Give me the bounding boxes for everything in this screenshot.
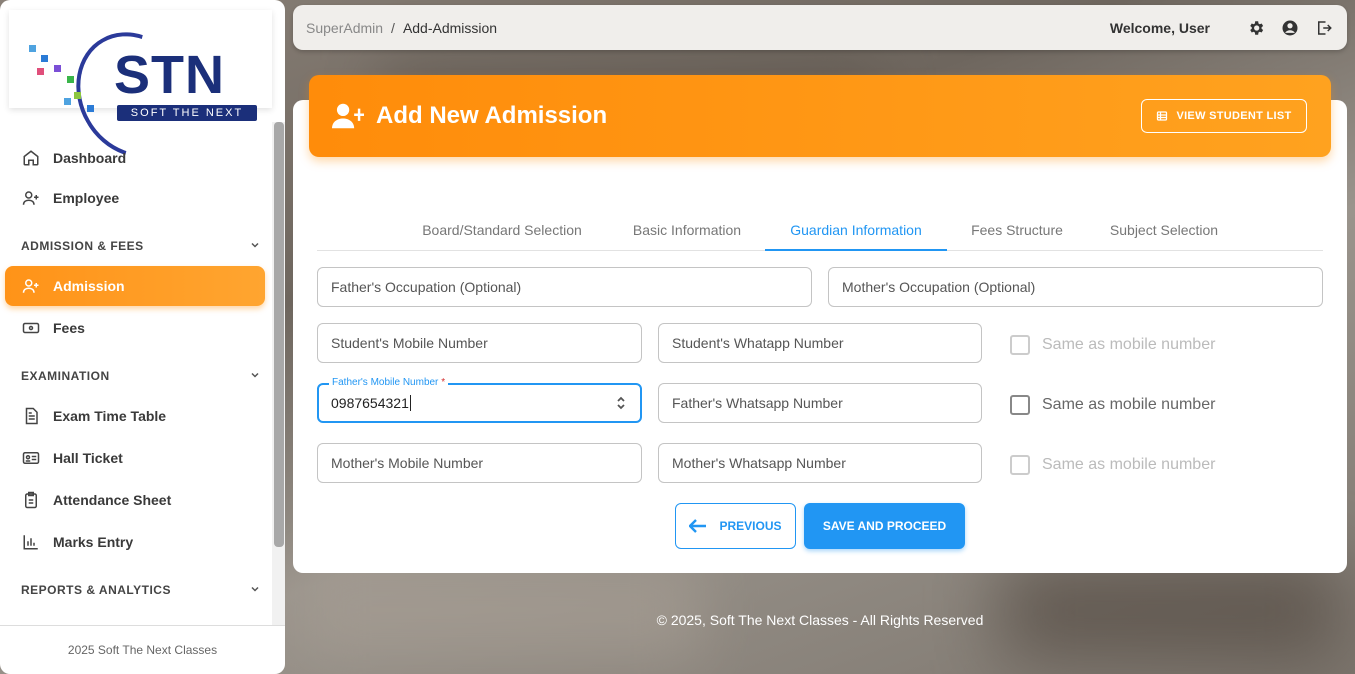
sidebar-item-label: Employee <box>53 190 120 206</box>
sidebar-item-label: Exam Time Table <box>53 408 167 424</box>
home-icon <box>21 148 41 168</box>
mother-whatsapp-field[interactable]: Mother's Whatsapp Number <box>658 443 982 483</box>
father-occupation-field[interactable]: Father's Occupation (Optional) <box>317 267 812 307</box>
checkbox-box[interactable] <box>1010 455 1030 475</box>
sidebar: STN SOFT THE NEXT Dashboard Employee ADM… <box>0 0 285 674</box>
topbar: SuperAdmin / Add-Admission Welcome, User <box>293 5 1347 50</box>
sidebar-item-admission[interactable]: Admission <box>5 266 265 306</box>
breadcrumb-separator: / <box>391 19 395 36</box>
page-title: Add New Admission <box>376 102 608 129</box>
document-icon <box>21 406 41 426</box>
mother-mobile-field[interactable]: Mother's Mobile Number <box>317 443 642 483</box>
save-and-proceed-button[interactable]: SAVE AND PROCEED <box>804 503 965 549</box>
checkbox-label: Same as mobile number <box>1042 456 1216 473</box>
chevron-down-icon <box>249 583 261 598</box>
logo-subtitle: SOFT THE NEXT <box>117 105 257 121</box>
sidebar-item-label: Attendance Sheet <box>53 492 172 508</box>
student-mobile-placeholder: Student's Mobile Number <box>331 335 488 351</box>
number-stepper-icon[interactable] <box>616 395 626 411</box>
sidebar-item-hall-ticket[interactable]: Hall Ticket <box>5 438 265 478</box>
copyright: © 2025, Soft The Next Classes - All Righ… <box>656 612 984 628</box>
clipboard-icon <box>21 490 41 510</box>
tab-fees-structure[interactable]: Fees Structure <box>957 210 1077 251</box>
sidebar-item-label: Marks Entry <box>53 534 134 550</box>
logo-text: STN <box>114 45 225 105</box>
tab-guardian-information[interactable]: Guardian Information <box>765 210 947 251</box>
list-icon <box>1156 110 1168 122</box>
tab-subject-selection[interactable]: Subject Selection <box>1097 210 1231 251</box>
father-same-as-mobile-checkbox[interactable]: Same as mobile number <box>1010 395 1215 415</box>
sidebar-item-fees[interactable]: Fees <box>5 308 265 348</box>
sidebar-item-dashboard[interactable]: Dashboard <box>5 138 265 178</box>
father-whatsapp-placeholder: Father's Whatsapp Number <box>672 395 843 411</box>
previous-button[interactable]: PREVIOUS <box>675 503 796 549</box>
logo[interactable]: STN SOFT THE NEXT <box>9 10 272 179</box>
user-plus-icon <box>332 102 364 130</box>
arrow-left-icon <box>689 519 707 533</box>
sidebar-item-attendance-sheet[interactable]: Attendance Sheet <box>5 480 265 520</box>
sidebar-item-label: Fees <box>53 320 85 336</box>
student-mobile-field[interactable]: Student's Mobile Number <box>317 323 642 363</box>
father-mobile-label: Father's Mobile Number * <box>329 377 449 388</box>
section-reports-analytics[interactable]: REPORTS & ANALYTICS <box>21 580 261 600</box>
section-label: REPORTS & ANALYTICS <box>21 583 171 597</box>
logout-icon[interactable] <box>1314 18 1334 38</box>
previous-label: PREVIOUS <box>719 519 782 533</box>
mother-mobile-placeholder: Mother's Mobile Number <box>331 455 484 471</box>
view-student-list-button[interactable]: VIEW STUDENT LIST <box>1141 99 1307 133</box>
mother-whatsapp-placeholder: Mother's Whatsapp Number <box>672 455 846 471</box>
user-plus-icon <box>21 188 41 208</box>
mother-same-as-mobile-checkbox[interactable]: Same as mobile number <box>1010 455 1215 475</box>
father-mobile-value: 0987654321 <box>331 395 409 411</box>
sidebar-nav: Dashboard Employee ADMISSION & FEES Admi… <box>0 122 272 625</box>
checkbox-label: Same as mobile number <box>1042 336 1216 353</box>
mother-occupation-placeholder: Mother's Occupation (Optional) <box>842 279 1036 295</box>
sidebar-item-label: Hall Ticket <box>53 450 123 466</box>
checkbox-box[interactable] <box>1010 395 1030 415</box>
sidebar-item-employee[interactable]: Employee <box>5 178 265 218</box>
form-tabs: Board/Standard Selection Basic Informati… <box>317 210 1323 251</box>
sidebar-footer: 2025 Soft The Next Classes <box>0 625 285 674</box>
father-whatsapp-field[interactable]: Father's Whatsapp Number <box>658 383 982 423</box>
breadcrumb-root[interactable]: SuperAdmin <box>306 20 383 36</box>
section-examination[interactable]: EXAMINATION <box>21 366 261 386</box>
save-label: SAVE AND PROCEED <box>822 519 947 533</box>
sidebar-scroll-thumb[interactable] <box>274 122 284 547</box>
checkbox-label: Same as mobile number <box>1042 396 1216 413</box>
chevron-down-icon <box>249 369 261 384</box>
sidebar-item-label: Admission <box>53 278 125 294</box>
mother-occupation-field[interactable]: Mother's Occupation (Optional) <box>828 267 1323 307</box>
user-plus-icon <box>21 276 41 296</box>
student-whatsapp-placeholder: Student's Whatapp Number <box>672 335 844 351</box>
checkbox-box[interactable] <box>1010 335 1030 355</box>
section-label: EXAMINATION <box>21 369 110 383</box>
sidebar-item-exam-time-table[interactable]: Exam Time Table <box>5 396 265 436</box>
id-card-icon <box>21 448 41 468</box>
sidebar-item-marks-entry[interactable]: Marks Entry <box>5 522 265 562</box>
tab-basic-information[interactable]: Basic Information <box>617 210 757 251</box>
welcome-text: Welcome, User <box>1109 19 1210 36</box>
breadcrumb-current: Add-Admission <box>402 19 498 36</box>
page-header: Add New Admission VIEW STUDENT LIST <box>309 75 1331 157</box>
view-student-list-label: VIEW STUDENT LIST <box>1176 110 1292 122</box>
father-occupation-placeholder: Father's Occupation (Optional) <box>331 279 522 295</box>
father-mobile-field[interactable]: Father's Mobile Number * 0987654321 <box>317 377 642 423</box>
money-icon <box>21 318 41 338</box>
section-label: ADMISSION & FEES <box>21 239 144 253</box>
sidebar-item-label: Dashboard <box>53 150 127 166</box>
account-icon[interactable] <box>1280 18 1300 38</box>
gear-icon[interactable] <box>1246 18 1266 38</box>
section-admission-fees[interactable]: ADMISSION & FEES <box>21 236 261 256</box>
bar-chart-icon <box>21 532 41 552</box>
chevron-down-icon <box>249 239 261 254</box>
student-whatsapp-field[interactable]: Student's Whatapp Number <box>658 323 982 363</box>
tab-board-standard-selection[interactable]: Board/Standard Selection <box>407 210 597 251</box>
student-same-as-mobile-checkbox[interactable]: Same as mobile number <box>1010 335 1215 355</box>
